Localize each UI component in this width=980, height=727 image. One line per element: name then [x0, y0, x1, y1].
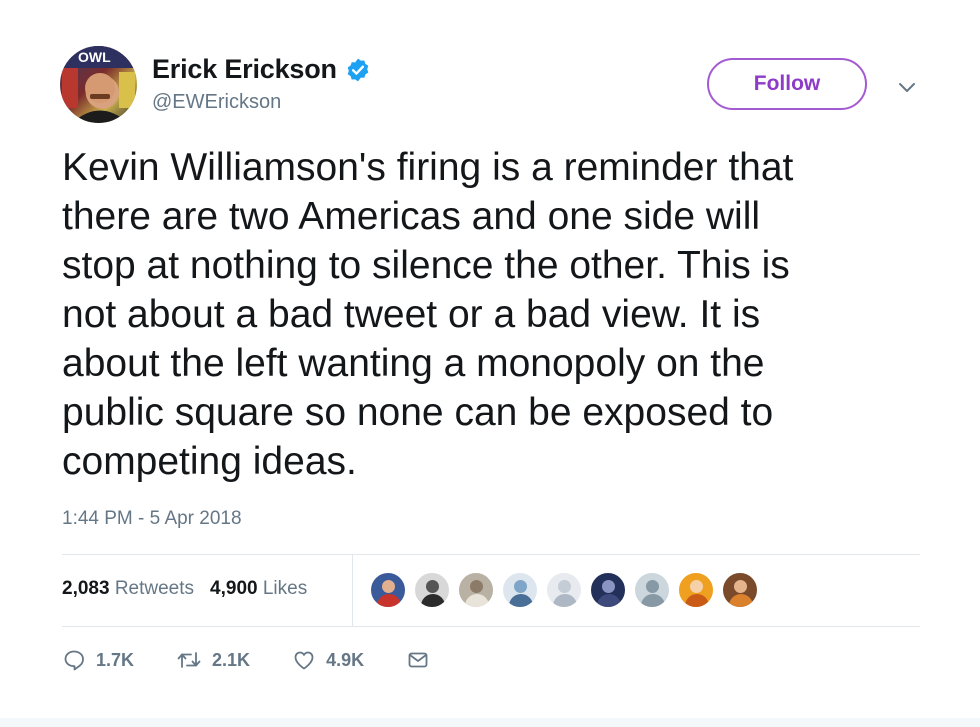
like-icon	[294, 651, 314, 670]
retweet-icon	[177, 652, 201, 668]
retweets-label: Retweets	[114, 578, 195, 599]
liker-avatar[interactable]	[502, 572, 538, 608]
divider	[352, 555, 353, 626]
tweet-text-line: there are two Americas and one side will	[62, 195, 761, 238]
liker-avatar[interactable]	[370, 572, 406, 608]
liker-avatar[interactable]	[634, 572, 670, 608]
tweet-timestamp[interactable]: 1:44 PM - 5 Apr 2018	[62, 508, 242, 530]
retweets-stat[interactable]: 2,083 Retweets	[62, 578, 194, 600]
verified-badge-icon	[347, 58, 369, 81]
tweet-text: Kevin Williamson's firing is a reminder …	[62, 143, 942, 486]
like-button[interactable]: 4.9K	[292, 648, 364, 672]
liker-avatar[interactable]	[546, 572, 582, 608]
tweet-actions: 1.7K 2.1K 4.9K	[62, 648, 482, 672]
tweet-card: OWL Erick Erickson @EWErickson Follow Ke…	[0, 0, 980, 727]
tweet-text-line: competing ideas.	[62, 440, 357, 483]
author-avatar[interactable]: OWL	[60, 46, 137, 123]
follow-button[interactable]: Follow	[707, 58, 867, 110]
likes-label: Likes	[262, 578, 308, 599]
reply-button[interactable]: 1.7K	[62, 648, 134, 672]
tweet-text-line: not about a bad tweet or a bad view. It …	[62, 293, 761, 336]
retweet-button[interactable]: 2.1K	[176, 648, 250, 672]
divider	[62, 626, 920, 627]
message-icon	[408, 652, 428, 668]
tweet-text-line: Kevin Williamson's firing is a reminder …	[62, 146, 794, 189]
tweet-text-line: about the left wanting a monopoly on the	[62, 342, 765, 385]
likes-count: 4,900	[210, 578, 258, 599]
retweets-count: 2,083	[62, 578, 110, 599]
tweet-text-line: stop at nothing to silence the other. Th…	[62, 244, 790, 287]
liker-avatar[interactable]	[590, 572, 626, 608]
svg-text:OWL: OWL	[78, 49, 111, 65]
reply-icon	[64, 650, 84, 671]
reply-count: 1.7K	[96, 649, 135, 670]
card-bottom-edge	[0, 718, 980, 727]
liker-avatar[interactable]	[458, 572, 494, 608]
liker-avatar[interactable]	[722, 572, 758, 608]
author-name-row: Erick Erickson	[152, 54, 371, 85]
author-display-name[interactable]: Erick Erickson	[152, 54, 337, 85]
divider	[62, 554, 920, 555]
author-handle[interactable]: @EWErickson	[152, 91, 281, 114]
chevron-down-icon[interactable]	[896, 76, 918, 98]
liker-avatar[interactable]	[414, 572, 450, 608]
like-count: 4.9K	[326, 649, 365, 670]
liker-avatar[interactable]	[678, 572, 714, 608]
retweet-count: 2.1K	[212, 649, 251, 670]
tweet-text-line: public square so none can be exposed to	[62, 391, 774, 434]
tweet-stats: 2,083 Retweets 4,900 Likes	[62, 578, 307, 600]
likes-stat[interactable]: 4,900 Likes	[210, 578, 307, 600]
liker-avatars	[370, 572, 766, 608]
direct-message-button[interactable]	[406, 648, 440, 672]
